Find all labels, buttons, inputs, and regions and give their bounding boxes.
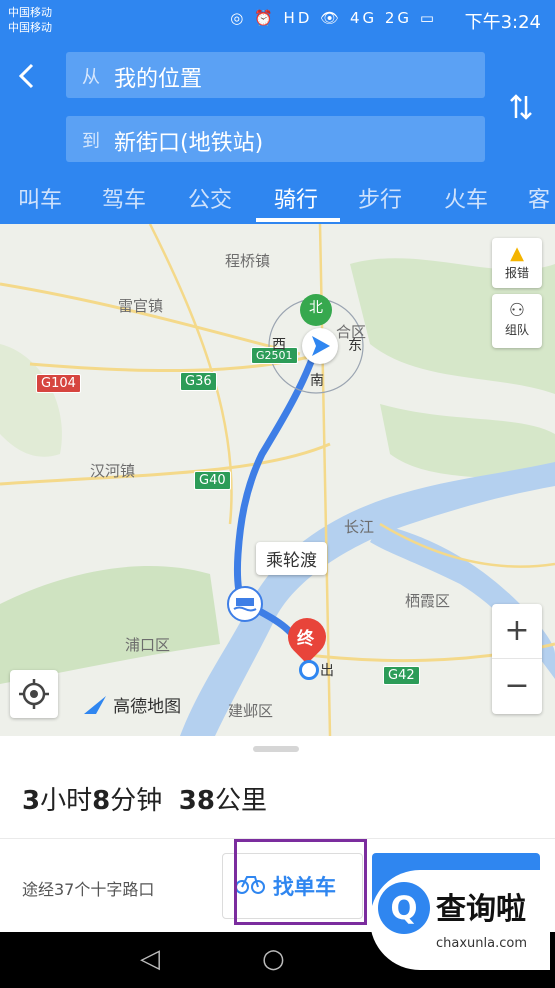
zoom-out-button[interactable]: −	[492, 659, 542, 713]
compass-east-label: 东	[348, 338, 362, 354]
status-bar: 中国移动 中国移动 ◎ ⏰ HD 👁 4G 2G ▭ 下午3:24	[0, 0, 555, 40]
panel-drag-handle[interactable]	[253, 746, 299, 752]
current-location-arrow-icon	[302, 328, 338, 364]
compass-south-label: 南	[310, 373, 324, 389]
report-error-label: 报错	[504, 266, 529, 280]
via-intersections-text: 途经37个十字路口	[22, 880, 155, 899]
back-icon[interactable]	[16, 62, 44, 90]
watermark-logo-icon: Q	[378, 882, 430, 934]
carrier-label-1: 中国移动	[8, 6, 52, 19]
watermark-title: 查询啦	[436, 892, 526, 927]
locate-me-button[interactable]	[10, 670, 58, 718]
map-label-leiguan: 雷官镇	[118, 297, 164, 315]
compass-north-label: 北	[309, 300, 323, 316]
shield-g104: G104	[36, 374, 81, 393]
home-nav-icon[interactable]: ○	[262, 944, 285, 974]
swap-route-icon[interactable]	[507, 92, 535, 124]
back-nav-icon[interactable]: ◁	[140, 944, 160, 974]
locate-target-icon	[19, 679, 49, 709]
active-tab-indicator	[256, 218, 340, 222]
amap-logo: 高德地图	[82, 692, 181, 717]
destination-value: 新街口(地铁站)	[114, 131, 264, 156]
origin-field[interactable]: 从 我的位置	[66, 52, 485, 98]
duration-minutes-unit: 分钟	[110, 786, 163, 816]
end-marker-label: 终	[297, 629, 314, 649]
carrier-label-2: 中国移动	[8, 21, 52, 34]
distance-unit: 公里	[214, 786, 267, 816]
watermark: Q 查询啦 chaxunla.com	[370, 870, 550, 970]
amap-logo-icon	[84, 695, 106, 714]
tab-walk[interactable]: 步行	[358, 182, 402, 214]
zoom-in-button[interactable]: +	[492, 604, 542, 659]
team-icon: ⚇	[508, 300, 526, 321]
compass-north-badge: 北	[300, 294, 332, 326]
compass-west-label: 西	[272, 337, 286, 353]
shield-g42: G42	[383, 666, 420, 685]
origin-prefix: 从	[82, 67, 100, 88]
watermark-site: chaxunla.com	[436, 936, 527, 951]
duration-hours: 3	[22, 786, 41, 816]
map-background	[0, 224, 555, 736]
duration-hours-unit: 小时	[40, 786, 93, 816]
map-view[interactable]: 程桥镇 雷官镇 汉河镇 长江 栖霞区 浦口区 建邺区 合区 G104 G36 G…	[0, 224, 555, 736]
route-summary: 3小时8分钟 38公里	[22, 780, 267, 817]
duration-minutes: 8	[92, 786, 111, 816]
zoom-controls: + −	[492, 604, 542, 714]
team-label: 组队	[504, 323, 529, 337]
tab-drive[interactable]: 驾车	[102, 182, 146, 214]
warning-icon: ▲	[510, 243, 524, 264]
map-label-qixia: 栖霞区	[405, 592, 451, 610]
amap-logo-label: 高德地图	[113, 697, 182, 717]
status-icons: ◎ ⏰ HD 👁 4G 2G ▭	[230, 9, 437, 27]
map-label-chengqiao: 程桥镇	[225, 252, 271, 270]
map-label-changjiang: 长江	[344, 518, 375, 536]
map-label-pukou: 浦口区	[125, 636, 171, 654]
ferry-callout: 乘轮渡	[256, 542, 327, 575]
highlight-box	[234, 839, 367, 925]
status-time: 下午3:24	[464, 12, 541, 33]
team-button[interactable]: ⚇ 组队	[492, 294, 542, 348]
destination-prefix: 到	[82, 131, 100, 152]
map-label-hanhe: 汉河镇	[90, 462, 136, 480]
map-label-chu: 出	[320, 663, 334, 679]
origin-value: 我的位置	[114, 67, 203, 92]
ferry-label: 乘轮渡	[266, 551, 317, 571]
distance-value: 38	[178, 786, 215, 816]
destination-dot-icon	[299, 660, 319, 680]
destination-field[interactable]: 到 新街口(地铁站)	[66, 116, 485, 162]
tab-transit[interactable]: 公交	[188, 182, 232, 214]
ferry-icon	[227, 586, 263, 622]
route-header: 从 我的位置 到 新街口(地铁站)	[0, 40, 555, 178]
map-label-jianye: 建邺区	[228, 702, 274, 720]
tab-cycling[interactable]: 骑行	[274, 182, 318, 214]
shield-g36: G36	[180, 372, 217, 391]
tab-train[interactable]: 火车	[444, 182, 488, 214]
tab-coach[interactable]: 客	[528, 182, 550, 214]
tab-taxi[interactable]: 叫车	[18, 182, 62, 214]
shield-g40: G40	[194, 471, 231, 490]
report-error-button[interactable]: ▲ 报错	[492, 238, 542, 288]
